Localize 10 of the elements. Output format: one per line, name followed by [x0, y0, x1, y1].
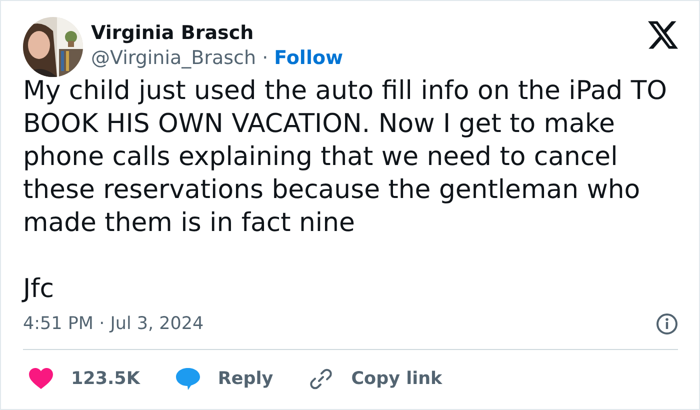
- follow-link[interactable]: Follow: [274, 47, 344, 69]
- tweet-text: My child just used the auto fill info on the iPad TO BOOK HIS OWN VACATION. Now I get to make phone calls explaining that we need to cancel these reservations because the gentleman who made them is in fact nine: [23, 75, 668, 240]
- author-handle: @Virginia_Brasch: [91, 47, 256, 69]
- timestamp: 4:51 PM · Jul 3, 2024: [23, 312, 204, 336]
- like-count[interactable]: 123.5K: [71, 366, 140, 392]
- author-name: Virginia Brasch: [91, 21, 255, 45]
- separator: ·: [262, 47, 268, 69]
- tweet-text: Jfc: [23, 273, 55, 306]
- reply-link[interactable]: Reply: [218, 366, 274, 392]
- copy-link[interactable]: Copy link: [351, 366, 442, 392]
